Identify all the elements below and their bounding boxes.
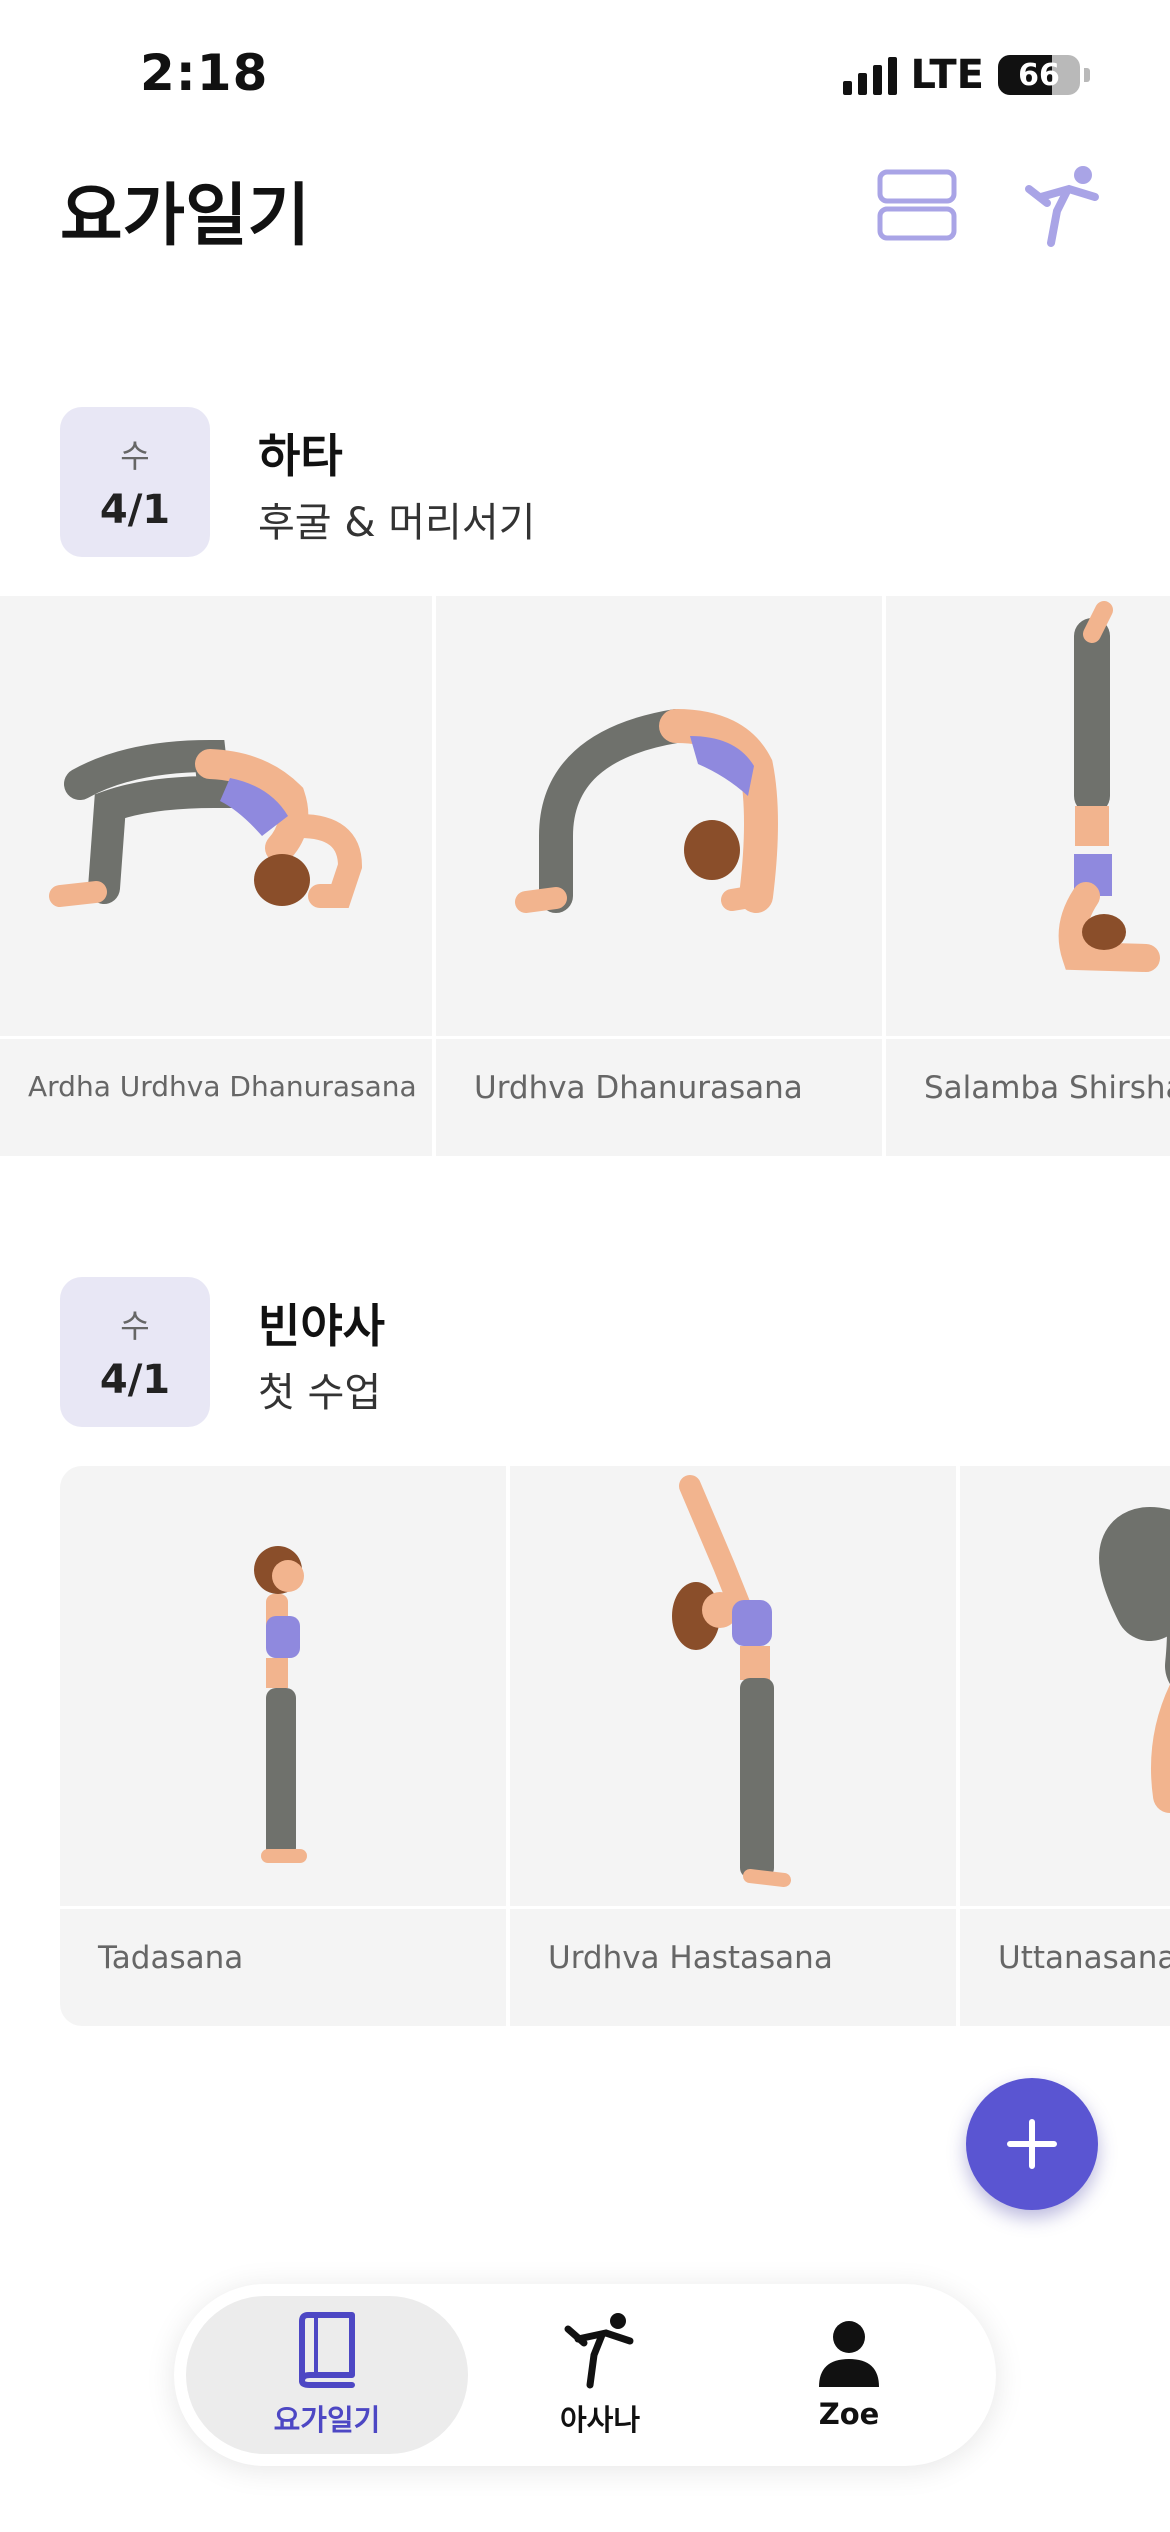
yoga-pose-icon[interactable] [1018, 160, 1108, 250]
person-icon [819, 2321, 879, 2387]
book-icon [299, 2312, 355, 2388]
add-session-button[interactable] [966, 2078, 1098, 2210]
pose-illustration [1058, 601, 1160, 972]
card-divider [886, 1036, 1170, 1039]
yoga-pose-icon [564, 2313, 634, 2389]
layout-rows-icon[interactable] [872, 160, 962, 250]
date-label: 4/1 [99, 487, 171, 533]
card-divider [0, 1036, 432, 1039]
tab-label: 요가일기 [273, 2403, 381, 2437]
pose-illustration [49, 739, 363, 908]
date-badge: 수 4/1 [60, 407, 210, 557]
pose-name: Urdhva Hastasana [548, 1940, 833, 1976]
card-divider [60, 1906, 506, 1909]
tab-profile[interactable]: Zoe [734, 2296, 964, 2454]
tab-label: Zoe [818, 2397, 880, 2431]
pose-name: Uttanasana [998, 1940, 1170, 1976]
status-time: 2:18 [140, 44, 269, 102]
pose-card[interactable]: Ardha Urdhva Dhanurasana [0, 596, 432, 1156]
weekday-label: 수 [120, 437, 150, 475]
session-title[interactable]: 하타 [258, 420, 343, 486]
date-label: 4/1 [99, 1357, 171, 1403]
plus-icon [1007, 2119, 1057, 2169]
session-subtitle: 첫 수업 [258, 1370, 382, 1416]
pose-card[interactable]: Urdhva Dhanurasana [436, 596, 882, 1156]
session-subtitle: 후굴 & 머리서기 [258, 500, 536, 546]
battery-icon: 66 [998, 55, 1080, 95]
pose-card[interactable]: Tadasana [60, 1466, 506, 2026]
pose-card[interactable]: Uttanasana [960, 1466, 1170, 2026]
pose-name: Tadasana [98, 1940, 244, 1976]
pose-carousel[interactable]: Ardha Urdhva Dhanurasana Urdhva Dhanuras… [0, 596, 1170, 1156]
status-bar: 2:18 LTE 66 [0, 0, 1170, 150]
session-title[interactable]: 빈야사 [258, 1290, 385, 1356]
status-indicators: LTE 66 [842, 52, 1090, 98]
pose-card[interactable]: Salamba Shirshasana [886, 596, 1170, 1156]
battery-percent: 66 [1018, 57, 1060, 93]
pose-name: Salamba Shirshasana [924, 1070, 1170, 1106]
pose-illustration [1099, 1507, 1170, 1813]
card-divider [960, 1906, 1170, 1909]
pose-name: Ardha Urdhva Dhanurasana [28, 1070, 417, 1103]
date-badge: 수 4/1 [60, 1277, 210, 1427]
pose-illustration [515, 709, 778, 913]
weekday-label: 수 [120, 1307, 150, 1345]
pose-illustration [254, 1546, 307, 1863]
cellular-signal-icon [842, 55, 897, 95]
tab-bar: 요가일기 아사나 Zoe [174, 2284, 996, 2466]
card-divider [510, 1906, 956, 1909]
tab-label: 아사나 [559, 2403, 641, 2437]
tab-asana[interactable]: 아사나 [484, 2296, 716, 2454]
pose-card[interactable]: Urdhva Hastasana [510, 1466, 956, 2026]
network-type: LTE [910, 52, 984, 98]
pose-illustration [672, 1475, 791, 1887]
card-divider [436, 1036, 882, 1039]
battery-cap [1084, 68, 1090, 82]
pose-name: Urdhva Dhanurasana [474, 1070, 803, 1106]
tab-diary[interactable]: 요가일기 [186, 2296, 468, 2454]
page-title: 요가일기 [60, 177, 311, 256]
pose-carousel[interactable]: Tadasana Urdhva Hastasana Uttanasana [60, 1466, 1170, 2026]
